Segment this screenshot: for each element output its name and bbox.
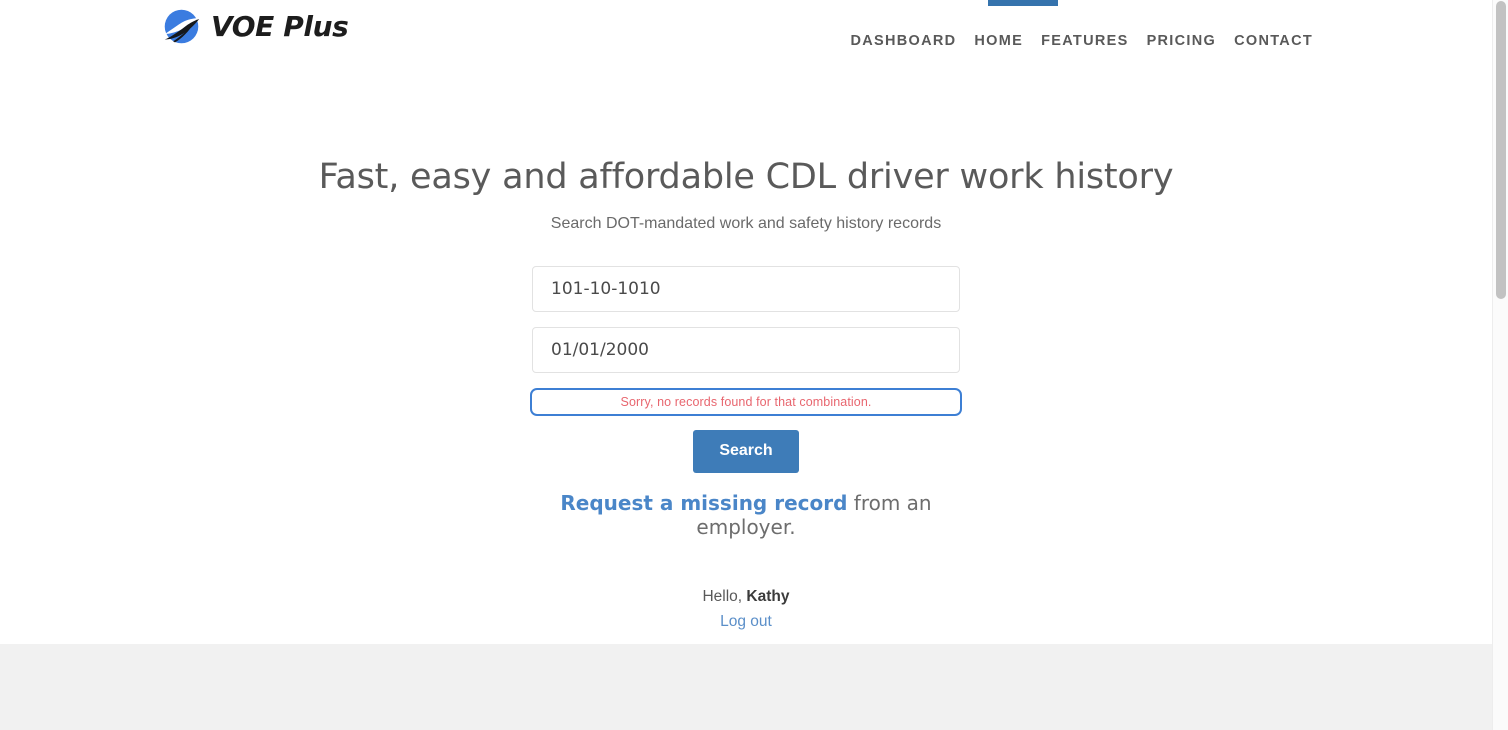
main-navigation: DASHBOARD HOME FEATURES PRICING CONTACT (841, 32, 1322, 50)
road-circle-logo-icon (164, 9, 200, 44)
site-header: VOE Plus DASHBOARD HOME FEATURES PRICING… (0, 0, 1492, 68)
user-greeting: Hello, Kathy (532, 586, 960, 608)
alert-message-text: Sorry, no records found for that combina… (620, 394, 872, 409)
page-viewport: VOE Plus DASHBOARD HOME FEATURES PRICING… (0, 0, 1492, 730)
missing-record-prompt: Request a missing record from an employe… (532, 473, 960, 539)
search-form: Sorry, no records found for that combina… (530, 235, 962, 633)
greeting-prefix: Hello, (702, 587, 747, 605)
logout-link[interactable]: Log out (720, 611, 772, 633)
request-missing-record-link[interactable]: Request a missing record (560, 491, 847, 515)
nav-dashboard[interactable]: DASHBOARD (841, 32, 965, 50)
brand-name: VOE Plus (211, 9, 349, 43)
hero-section: Fast, easy and affordable CDL driver wor… (0, 68, 1492, 633)
nav-pricing[interactable]: PRICING (1138, 32, 1226, 50)
vertical-scrollbar[interactable] (1492, 0, 1508, 730)
nav-contact[interactable]: CONTACT (1225, 32, 1322, 50)
user-name: Kathy (746, 587, 790, 605)
nav-features[interactable]: FEATURES (1032, 32, 1137, 50)
account-block: Hello, Kathy Log out (532, 539, 960, 633)
nav-active-indicator (988, 0, 1058, 6)
nav-home[interactable]: HOME (965, 32, 1032, 50)
brand-logo-link[interactable]: VOE Plus (161, 6, 349, 47)
ssn-input[interactable] (532, 265, 960, 312)
page-title: Fast, easy and affordable CDL driver wor… (318, 157, 1174, 197)
search-button[interactable]: Search (693, 429, 799, 473)
footer-band (0, 644, 1492, 730)
scrollbar-thumb[interactable] (1496, 1, 1506, 299)
dob-input[interactable] (532, 326, 960, 373)
page-subtitle: Search DOT-mandated work and safety hist… (550, 215, 942, 232)
page-root: VOE Plus DASHBOARD HOME FEATURES PRICING… (0, 0, 1508, 730)
search-button-row: Search (532, 416, 960, 473)
no-records-alert: Sorry, no records found for that combina… (530, 387, 962, 416)
